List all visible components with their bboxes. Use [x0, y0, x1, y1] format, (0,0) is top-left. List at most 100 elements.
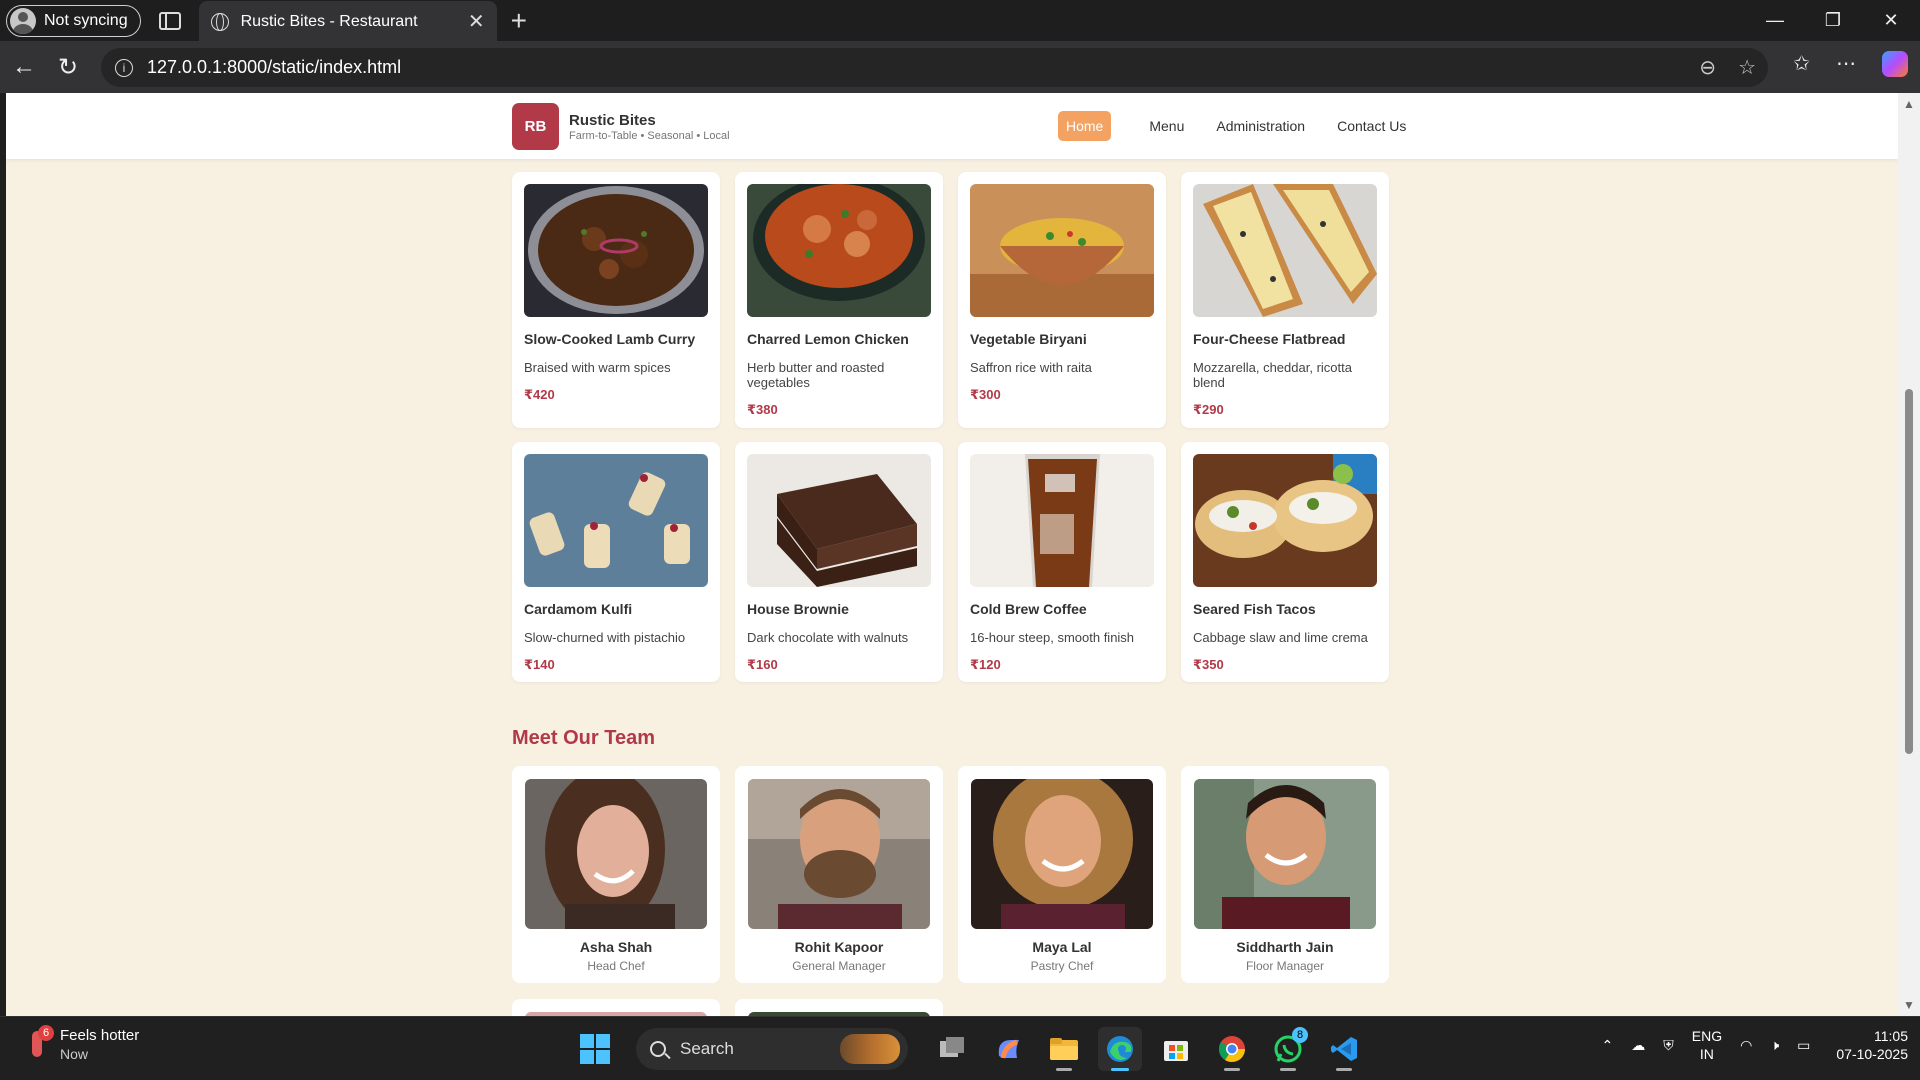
onedrive-icon[interactable]: ☁ — [1631, 1037, 1645, 1054]
team-member-role: General Manager — [792, 959, 886, 973]
battery-icon[interactable]: ▭ — [1797, 1037, 1810, 1054]
restore-icon[interactable]: ❐ — [1804, 0, 1862, 41]
nav-contact-us[interactable]: Contact Us — [1329, 111, 1414, 141]
close-window-icon[interactable]: ✕ — [1862, 0, 1920, 41]
menu-grid-row-2: Cardamom Kulfi Slow-churned with pistach… — [512, 442, 1390, 682]
team-card[interactable]: Rohit Kapoor General Manager — [735, 766, 943, 983]
tab-title: Rustic Bites - Restaurant — [240, 12, 418, 30]
team-member-name: Maya Lal — [1032, 939, 1092, 955]
menu-card[interactable]: Four-Cheese Flatbread Mozzarella, chedda… — [1181, 172, 1389, 428]
chrome-icon[interactable] — [1210, 1027, 1254, 1071]
weather-widget[interactable]: 6 Feels hotter Now — [24, 1025, 139, 1063]
nav-menu[interactable]: Menu — [1141, 111, 1192, 141]
back-icon[interactable]: ← — [2, 53, 46, 81]
dish-description: Mozzarella, cheddar, ricotta blend — [1193, 360, 1352, 390]
profile-avatar-icon — [10, 7, 36, 34]
close-tab-icon[interactable]: ✕ — [468, 9, 485, 34]
windows-start-icon[interactable] — [580, 1034, 610, 1064]
team-member-role: Floor Manager — [1245, 959, 1325, 973]
menu-card[interactable]: Cold Brew Coffee 16-hour steep, smooth f… — [958, 442, 1166, 682]
volume-muted-icon[interactable]: 🕨 — [1770, 1037, 1779, 1054]
refresh-icon[interactable]: ↻ — [46, 53, 90, 82]
kulfi-image — [524, 454, 708, 587]
dish-name: Cold Brew Coffee — [970, 601, 1087, 617]
menu-card[interactable]: Vegetable Biryani Saffron rice with rait… — [958, 172, 1166, 428]
profile-button[interactable]: Not syncing — [6, 4, 141, 37]
dish-price: ₹350 — [1193, 657, 1224, 672]
dish-price: ₹140 — [524, 657, 555, 672]
minimize-icon[interactable]: — — [1746, 0, 1804, 41]
team-photo — [971, 779, 1153, 929]
dish-description: Herb butter and roasted vegetables — [747, 360, 885, 390]
tab-actions-icon[interactable] — [158, 11, 181, 30]
scroll-up-icon[interactable]: ▲ — [1903, 97, 1915, 111]
address-toolbar: ← ↻ i 127.0.0.1:8000/static/index.html ⊖… — [0, 41, 1920, 93]
favorites-icon[interactable]: ✩ — [1793, 51, 1810, 77]
file-explorer-icon[interactable] — [1042, 1027, 1086, 1071]
whatsapp-badge: 8 — [1292, 1027, 1308, 1043]
dish-description: Slow-churned with pistachio — [524, 630, 686, 645]
profile-label: Not syncing — [44, 11, 128, 29]
copilot-app-icon[interactable] — [986, 1027, 1030, 1071]
clock[interactable]: 11:05 07-10-2025 — [1836, 1027, 1908, 1063]
team-card[interactable]: Asha Shah Head Chef — [512, 766, 720, 983]
menu-card[interactable]: House Brownie Dark chocolate with walnut… — [735, 442, 943, 682]
team-photo — [748, 779, 930, 929]
brownie-image — [747, 454, 931, 587]
site-info-icon[interactable]: i — [115, 58, 133, 77]
dish-description: Dark chocolate with walnuts — [747, 630, 909, 645]
wifi-icon[interactable]: ◠ — [1740, 1037, 1752, 1054]
language-code: ENG — [1691, 1028, 1723, 1044]
scroll-down-icon[interactable]: ▼ — [1903, 998, 1915, 1012]
nav-home[interactable]: Home — [1058, 111, 1112, 141]
zoom-icon[interactable]: ⊖ — [1699, 55, 1716, 80]
system-tray: ⌃ ☁ ⛨ ENG IN ◠ 🕨 ▭ 11:05 07-10-2025 — [1602, 1027, 1908, 1063]
page-scrollbar[interactable]: ▲ ▼ — [1898, 93, 1920, 1016]
search-highlight-icon — [840, 1034, 900, 1064]
team-member-name: Siddharth Jain — [1236, 939, 1334, 955]
team-card[interactable]: Maya Lal Pastry Chef — [958, 766, 1166, 983]
site-header: RB Rustic Bites Farm-to-Table • Seasonal… — [6, 93, 1898, 159]
dish-description: Cabbage slaw and lime crema — [1193, 630, 1368, 645]
menu-card[interactable]: Seared Fish Tacos Cabbage slaw and lime … — [1181, 442, 1389, 682]
brand-name: Rustic Bites — [569, 111, 656, 129]
taskbar-search[interactable]: Search — [636, 1028, 908, 1070]
menu-card[interactable]: Slow-Cooked Lamb Curry Braised with warm… — [512, 172, 720, 428]
menu-card[interactable]: Charred Lemon Chicken Herb butter and ro… — [735, 172, 943, 428]
menu-card[interactable]: Cardamom Kulfi Slow-churned with pistach… — [512, 442, 720, 682]
microsoft-store-icon[interactable] — [1154, 1027, 1198, 1071]
dish-name: Four-Cheese Flatbread — [1193, 331, 1346, 347]
team-member-name: Rohit Kapoor — [794, 939, 884, 955]
address-bar[interactable]: i 127.0.0.1:8000/static/index.html ⊖ ☆ — [101, 48, 1768, 87]
new-tab-button[interactable]: + — [511, 5, 527, 37]
team-member-role: Pastry Chef — [1030, 959, 1094, 973]
team-section-title: Meet Our Team — [512, 727, 655, 749]
team-card[interactable]: Siddharth Jain Floor Manager — [1181, 766, 1389, 983]
language-indicator[interactable]: ENG IN — [1692, 1027, 1722, 1063]
browser-titlebar: Not syncing Rustic Bites - Restaurant ✕ … — [0, 0, 1920, 42]
task-view-icon[interactable] — [930, 1027, 974, 1071]
favorite-star-icon[interactable]: ☆ — [1738, 55, 1756, 80]
security-shield-icon[interactable]: ⛨ — [1663, 1037, 1674, 1054]
whatsapp-icon[interactable]: 8 — [1266, 1027, 1310, 1071]
dish-description: Braised with warm spices — [524, 360, 671, 375]
dish-description: 16-hour steep, smooth finish — [970, 630, 1135, 645]
copilot-icon[interactable] — [1882, 51, 1908, 77]
team-card-partial — [735, 999, 943, 1016]
scrollbar-thumb[interactable] — [1905, 389, 1913, 754]
taskbar: 6 Feels hotter Now Search 8 ⌃ ☁ ⛨ ENG IN… — [0, 1016, 1920, 1080]
edge-browser-icon[interactable] — [1098, 1027, 1142, 1071]
more-menu-icon[interactable]: ⋯ — [1836, 51, 1856, 77]
weather-badge: 6 — [38, 1025, 54, 1041]
vscode-icon[interactable] — [1322, 1027, 1366, 1071]
flatbread-image — [1193, 184, 1377, 317]
logo: RB — [512, 103, 559, 150]
thermometer-icon: 6 — [24, 1025, 54, 1063]
team-member-name: Asha Shah — [579, 939, 653, 955]
brand[interactable]: RB Rustic Bites Farm-to-Table • Seasonal… — [512, 103, 730, 150]
browser-tab[interactable]: Rustic Bites - Restaurant ✕ — [198, 1, 497, 42]
show-hidden-icons[interactable]: ⌃ — [1602, 1037, 1614, 1054]
team-card-partial — [512, 999, 720, 1016]
window-controls: — ❐ ✕ — [1746, 0, 1920, 41]
nav-administration[interactable]: Administration — [1208, 111, 1313, 141]
